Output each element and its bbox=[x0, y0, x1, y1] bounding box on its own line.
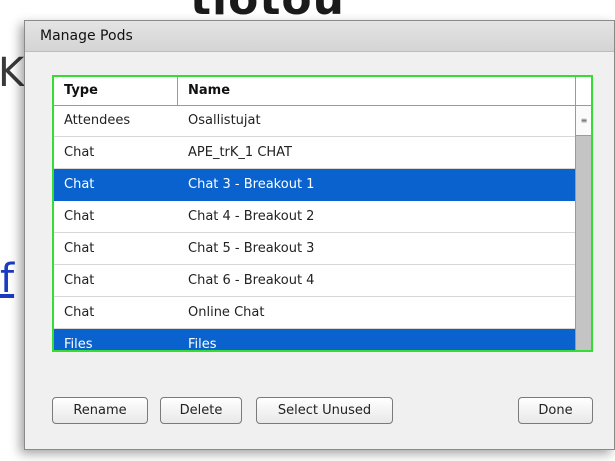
cell-name: Chat 6 - Breakout 4 bbox=[188, 273, 315, 288]
grip-icon: ≡ bbox=[580, 116, 588, 125]
table-row[interactable]: Files Files bbox=[54, 329, 575, 352]
cell-name: Chat 5 - Breakout 3 bbox=[188, 241, 315, 256]
cell-type: Chat bbox=[64, 241, 95, 256]
cell-type: Attendees bbox=[64, 113, 131, 128]
done-button[interactable]: Done bbox=[518, 397, 593, 424]
scrollbar-thumb[interactable]: ≡ bbox=[576, 106, 591, 136]
cell-name: APE_trK_1 CHAT bbox=[188, 145, 292, 160]
delete-button[interactable]: Delete bbox=[160, 397, 242, 424]
cell-name: Osallistujat bbox=[188, 113, 261, 128]
background-link-fragment: f bbox=[0, 256, 15, 302]
table-row[interactable]: Chat Chat 3 - Breakout 1 bbox=[54, 169, 575, 201]
select-unused-button[interactable]: Select Unused bbox=[256, 397, 393, 424]
cell-type: Chat bbox=[64, 273, 95, 288]
table-row[interactable]: Chat Chat 5 - Breakout 3 bbox=[54, 233, 575, 265]
table-row[interactable]: Chat APE_trK_1 CHAT bbox=[54, 137, 575, 169]
cell-type: Files bbox=[64, 337, 93, 352]
background-text-fragment: K bbox=[0, 50, 25, 96]
cell-type: Chat bbox=[64, 177, 95, 192]
vertical-scrollbar[interactable]: ≡ bbox=[575, 106, 591, 350]
dialog-title: Manage Pods bbox=[25, 21, 614, 52]
table-header: Type Name bbox=[54, 77, 575, 106]
pods-table[interactable]: Type Name Attendees Osallistujat Chat APE_t… bbox=[52, 75, 593, 352]
cell-name: Chat 4 - Breakout 2 bbox=[188, 209, 315, 224]
table-row[interactable]: Attendees Osallistujat bbox=[54, 105, 575, 137]
table-row[interactable]: Chat Chat 4 - Breakout 2 bbox=[54, 201, 575, 233]
scrollbar-header-corner bbox=[575, 77, 591, 106]
cell-name: Online Chat bbox=[188, 305, 265, 320]
manage-pods-dialog: Manage Pods Type Name Attendees Osallistu… bbox=[24, 20, 615, 450]
table-body: Attendees Osallistujat Chat APE_trK_1 CHAT C… bbox=[54, 105, 575, 352]
cell-type: Chat bbox=[64, 145, 95, 160]
column-header-type[interactable]: Type bbox=[54, 77, 178, 105]
table-row[interactable]: Chat Online Chat bbox=[54, 297, 575, 329]
cell-name: Chat 3 - Breakout 1 bbox=[188, 177, 315, 192]
rename-button[interactable]: Rename bbox=[52, 397, 148, 424]
cell-type: Chat bbox=[64, 305, 95, 320]
cell-type: Chat bbox=[64, 209, 95, 224]
cell-name: Files bbox=[188, 337, 217, 352]
column-header-name[interactable]: Name bbox=[178, 77, 575, 105]
table-row[interactable]: Chat Chat 6 - Breakout 4 bbox=[54, 265, 575, 297]
